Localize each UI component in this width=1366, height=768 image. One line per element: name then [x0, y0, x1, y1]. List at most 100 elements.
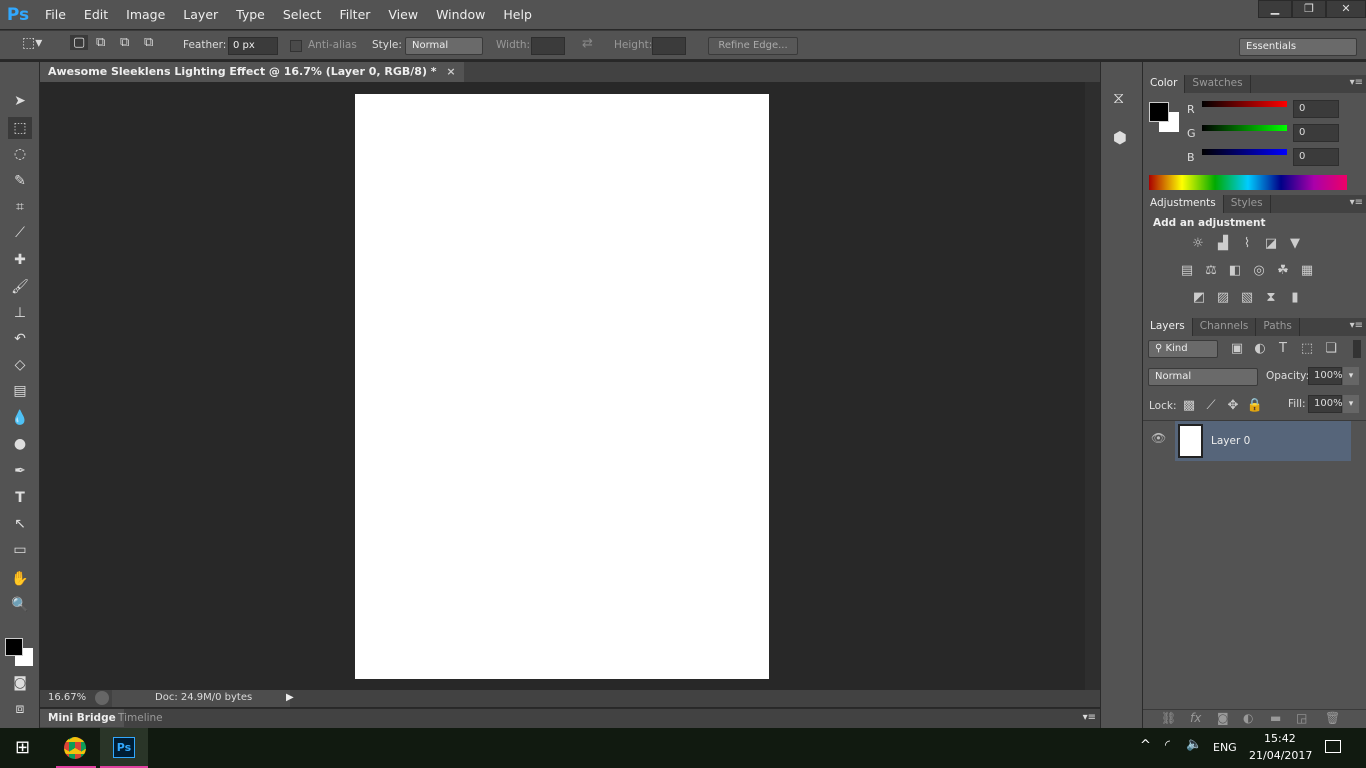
properties-panel-icon[interactable]: ⬢ [1113, 128, 1127, 147]
history-panel-icon[interactable]: ⧖ [1113, 88, 1124, 108]
fill-input[interactable]: 100% [1308, 395, 1343, 413]
path-selection-tool-icon[interactable]: ↖ [8, 513, 32, 535]
menu-select[interactable]: Select [274, 7, 331, 22]
layer-filter-select[interactable]: ⚲ Kind [1148, 340, 1218, 358]
menu-window[interactable]: Window [427, 7, 494, 22]
tab-paths[interactable]: Paths [1256, 318, 1300, 336]
type-tool-icon[interactable]: T [8, 487, 32, 509]
intersect-selection-icon[interactable]: ⧉ [144, 35, 153, 50]
color-balance-icon[interactable]: ⚖ [1202, 264, 1220, 278]
history-brush-tool-icon[interactable]: ↶ [8, 328, 32, 350]
eyedropper-tool-icon[interactable]: ⟋ [8, 222, 32, 244]
move-tool-icon[interactable]: ➤ [8, 90, 32, 112]
swap-icon[interactable]: ⇄ [582, 36, 593, 51]
opacity-dropdown[interactable]: ▾ [1343, 367, 1359, 385]
close-window-button[interactable]: ✕ [1326, 0, 1366, 18]
lasso-tool-icon[interactable]: ◌ [8, 143, 32, 165]
zoom-level[interactable]: 16.67% [48, 692, 86, 703]
chrome-app-icon[interactable] [64, 737, 86, 759]
menu-layer[interactable]: Layer [174, 7, 227, 22]
screen-mode-icon[interactable]: ⧈ [8, 698, 32, 720]
marquee-tool-icon[interactable]: ⬚ [8, 117, 32, 139]
panel-menu-icon[interactable]: ▾≡ [1083, 712, 1096, 723]
visibility-eye-icon[interactable]: 👁 [1151, 431, 1166, 445]
opacity-input[interactable]: 100% [1308, 367, 1343, 385]
menu-filter[interactable]: Filter [330, 7, 379, 22]
posterize-icon[interactable]: ▨ [1214, 291, 1232, 305]
gradient-map-icon[interactable]: ▮ [1286, 291, 1304, 305]
menu-type[interactable]: Type [227, 7, 274, 22]
language-indicator[interactable]: ENG [1213, 741, 1237, 754]
panel-menu-icon[interactable]: ▾≡ [1350, 320, 1363, 331]
panel-menu-icon[interactable]: ▾≡ [1350, 77, 1363, 88]
tab-layers[interactable]: Layers [1143, 318, 1193, 336]
filter-shape-icon[interactable]: ⬚ [1298, 342, 1316, 356]
selective-color-icon[interactable]: ⧗ [1262, 291, 1280, 305]
height-input[interactable] [652, 37, 686, 55]
restore-button[interactable]: ❐ [1292, 0, 1326, 18]
link-layers-icon[interactable]: ⛓ [1161, 711, 1176, 725]
r-slider[interactable] [1202, 101, 1287, 107]
r-value-input[interactable]: 0 [1293, 100, 1339, 118]
menu-image[interactable]: Image [117, 7, 174, 22]
minimize-button[interactable]: ▁ [1258, 0, 1292, 18]
foreground-color-swatch[interactable] [5, 638, 23, 656]
gradient-tool-icon[interactable]: ▤ [8, 380, 32, 402]
b-value-input[interactable]: 0 [1293, 148, 1339, 166]
refine-edge-button[interactable]: Refine Edge... [708, 37, 798, 55]
menu-file[interactable]: File [36, 7, 75, 22]
clone-stamp-tool-icon[interactable]: ⊥ [8, 302, 32, 324]
pen-tool-icon[interactable]: ✒ [8, 460, 32, 482]
filter-smart-object-icon[interactable]: ❏ [1322, 342, 1340, 356]
filter-type-icon[interactable]: T [1274, 342, 1292, 356]
g-value-input[interactable]: 0 [1293, 124, 1339, 142]
lock-transparent-icon[interactable]: ▩ [1180, 399, 1198, 413]
clock-time[interactable]: 15:42 [1264, 732, 1296, 745]
volume-icon[interactable]: 🔈 [1186, 737, 1202, 752]
channel-mixer-icon[interactable]: ☘ [1274, 264, 1292, 278]
document-tab[interactable]: Awesome Sleeklens Lighting Effect @ 16.7… [40, 62, 464, 82]
tab-timeline[interactable]: Timeline [118, 712, 163, 724]
levels-icon[interactable]: ▟ [1214, 237, 1232, 251]
invert-icon[interactable]: ◩ [1190, 291, 1208, 305]
filter-adjustment-icon[interactable]: ◐ [1251, 342, 1269, 356]
delete-layer-icon[interactable]: 🗑 [1325, 711, 1340, 725]
subtract-selection-icon[interactable]: ⧉ [120, 35, 129, 50]
layer-row[interactable]: 👁 Layer 0 [1143, 420, 1366, 461]
tab-channels[interactable]: Channels [1193, 318, 1257, 336]
crop-tool-icon[interactable]: ⌗ [8, 196, 32, 218]
menu-view[interactable]: View [379, 7, 427, 22]
hue-saturation-icon[interactable]: ▤ [1178, 264, 1196, 278]
status-info-icon[interactable] [95, 691, 109, 705]
wifi-icon[interactable]: ◜ [1165, 738, 1170, 753]
show-hidden-icons-icon[interactable]: ^ [1140, 738, 1151, 753]
black-white-icon[interactable]: ◧ [1226, 264, 1244, 278]
eraser-tool-icon[interactable]: ◇ [8, 354, 32, 376]
tab-mini-bridge[interactable]: Mini Bridge [40, 709, 124, 727]
photoshop-app-icon[interactable]: Ps [113, 737, 135, 758]
tab-styles[interactable]: Styles [1224, 195, 1271, 213]
add-selection-icon[interactable]: ⧉ [96, 35, 105, 50]
new-group-icon[interactable]: ▬ [1270, 711, 1281, 725]
tab-color[interactable]: Color [1143, 75, 1186, 93]
color-lookup-icon[interactable]: ▦ [1298, 264, 1316, 278]
new-layer-icon[interactable]: ◲ [1296, 711, 1307, 725]
photo-filter-icon[interactable]: ◎ [1250, 264, 1268, 278]
exposure-icon[interactable]: ◪ [1262, 237, 1280, 251]
marquee-preset-icon[interactable]: ⬚▾ [22, 35, 42, 51]
blend-mode-select[interactable]: Normal [1148, 368, 1258, 386]
lock-all-icon[interactable]: 🔒 [1246, 399, 1264, 413]
menu-edit[interactable]: Edit [75, 7, 117, 22]
filter-toggle[interactable] [1353, 340, 1361, 358]
menu-help[interactable]: Help [494, 7, 541, 22]
fill-dropdown[interactable]: ▾ [1343, 395, 1359, 413]
clock-date[interactable]: 21/04/2017 [1249, 749, 1312, 762]
document-canvas[interactable] [355, 94, 769, 679]
threshold-icon[interactable]: ▧ [1238, 291, 1256, 305]
adjustment-layer-icon[interactable]: ◐ [1243, 711, 1253, 725]
style-select[interactable]: Normal [405, 37, 483, 55]
feather-input[interactable]: 0 px [228, 37, 278, 55]
brush-tool-icon[interactable]: 🖌 [8, 276, 32, 298]
foreground-color-swatch[interactable] [1149, 102, 1169, 122]
workspace-select[interactable]: Essentials [1239, 38, 1357, 56]
